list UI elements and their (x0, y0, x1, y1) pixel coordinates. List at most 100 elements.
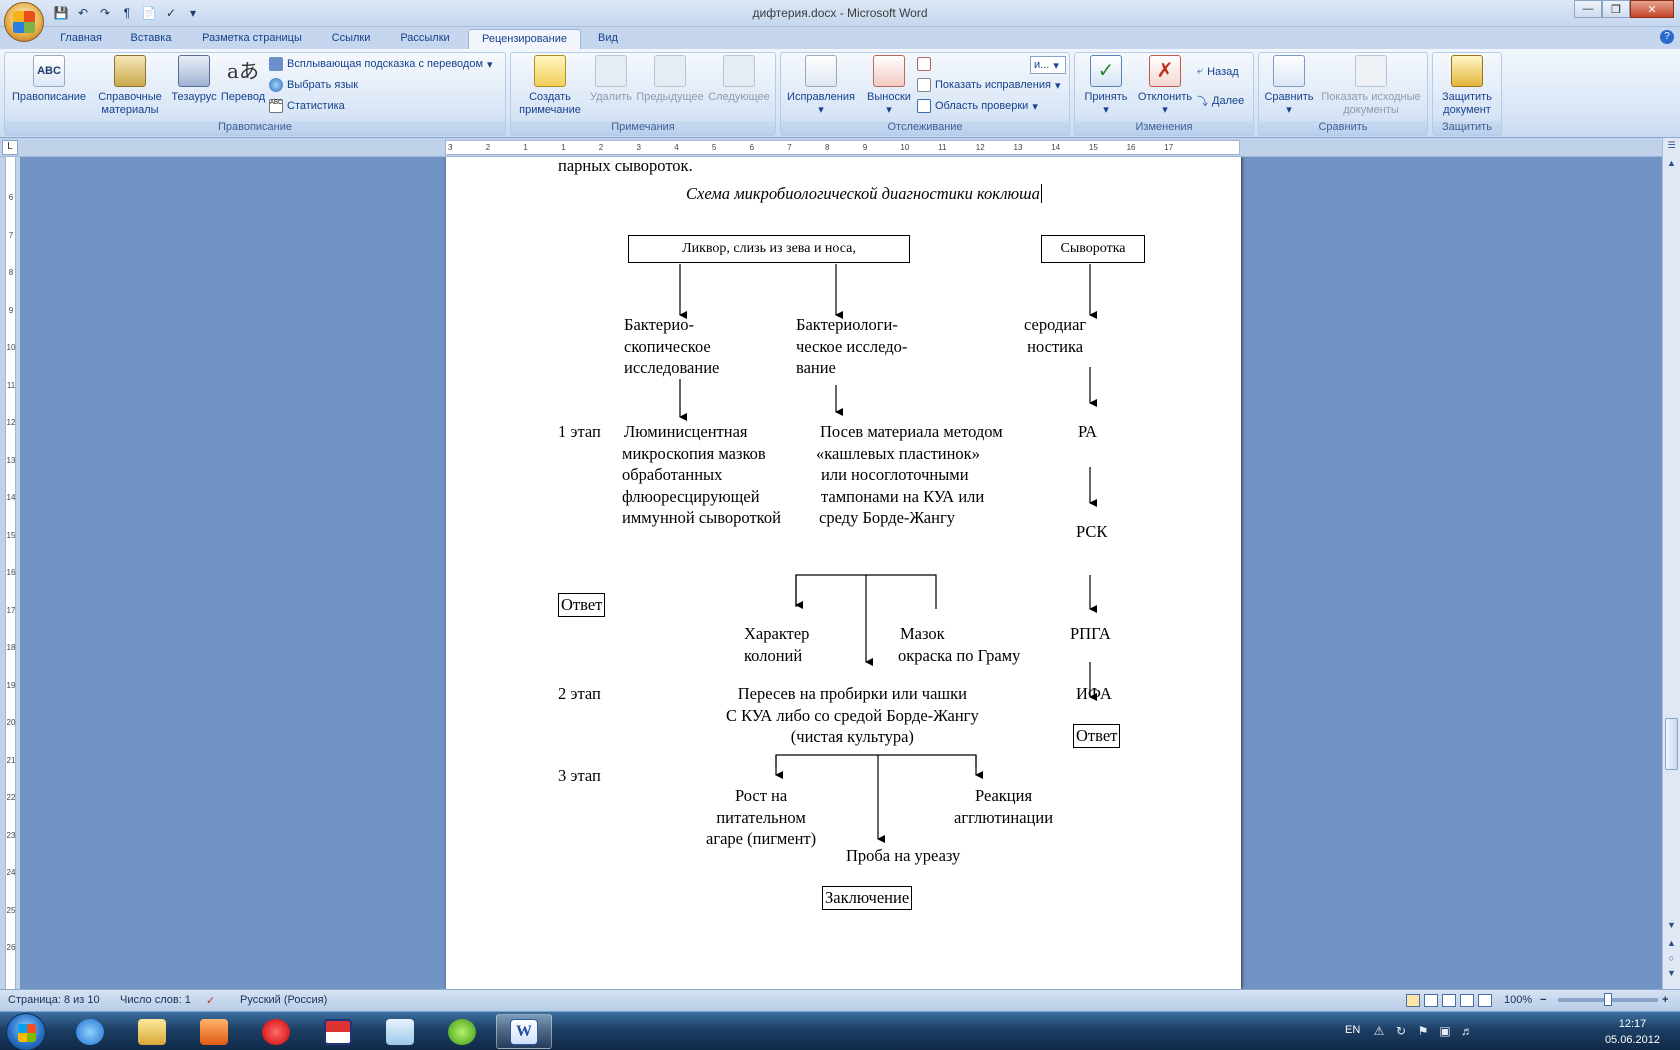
volume-icon[interactable]: ♬ (1460, 1024, 1474, 1038)
zoom-out-icon[interactable]: − (1540, 994, 1546, 1006)
translation-screentip-button[interactable]: Всплывающая подсказка с переводом ▾ (269, 57, 493, 71)
tab-view[interactable]: Вид (590, 29, 626, 49)
ruler-tick-label: 7 (787, 143, 792, 152)
action-center-flag-icon[interactable]: ⚑ (1416, 1024, 1430, 1038)
clock[interactable]: 12:17 05.06.2012 (1605, 1016, 1660, 1048)
display-for-review-select[interactable]: и... ▾ (1030, 56, 1066, 74)
help-icon[interactable]: ? (1660, 30, 1674, 44)
web-layout-view-icon[interactable] (1442, 994, 1456, 1007)
next-comment-button[interactable]: Следующее (705, 55, 773, 104)
previous-comment-button[interactable]: Предыдущее (633, 55, 707, 104)
vertical-ruler[interactable]: 6 7 8 9 10 11 12 13 14 15 16 17 18 19 20 21 22 23 24 25 26 (0, 157, 20, 989)
word-count[interactable]: Число слов: 1 (120, 994, 191, 1006)
ruler-tick-label: 3 (636, 143, 641, 152)
maximize-button[interactable]: ❐ (1602, 0, 1630, 18)
tab-review[interactable]: Рецензирование (468, 29, 581, 49)
start-button[interactable] (6, 1013, 46, 1050)
show-markup-label: Показать исправления (935, 79, 1051, 91)
outline-view-icon[interactable] (1460, 994, 1474, 1007)
reject-button[interactable]: ✗ Отклонить ▾ (1133, 55, 1197, 117)
full-screen-view-icon[interactable] (1424, 994, 1438, 1007)
zoom-slider-thumb[interactable] (1604, 993, 1612, 1006)
proofing-status-icon[interactable]: ✓ (206, 994, 215, 1007)
globe-icon (269, 78, 283, 92)
ruler-tick-label: 3 (448, 143, 453, 152)
ruler-tick-label: 6 (749, 143, 755, 152)
vertical-scrollbar[interactable]: ☰ ▲ ▼ ▲ ○ ▼ (1662, 138, 1680, 989)
taskbar-explorer[interactable] (124, 1014, 180, 1049)
reviewing-pane-button[interactable]: Область проверки ▾ (917, 99, 1038, 113)
bacterioscopic-text: Бактерио-скопическое исследование (624, 315, 720, 377)
minimize-button[interactable]: — (1574, 0, 1602, 18)
track-changes-button[interactable]: Исправления ▾ (783, 55, 859, 117)
set-language-button[interactable]: Выбрать язык (269, 78, 358, 92)
group-comments-label: Примечания (511, 121, 775, 135)
language-status[interactable]: Русский (Россия) (240, 994, 327, 1006)
ruler-toggle-icon[interactable]: ☰ (1665, 140, 1678, 154)
bacteriological-text: Бактериологи-ческое исследо-вание (796, 315, 908, 377)
taskbar-notepad[interactable] (372, 1014, 428, 1049)
previous-comment-label: Предыдущее (636, 91, 704, 103)
network-icon[interactable]: ▣ (1438, 1024, 1452, 1038)
vertical-ruler-tick-label: 13 (6, 455, 16, 465)
compare-button[interactable]: Сравнить ▾ (1261, 55, 1317, 117)
accept-icon: ✓ (1090, 55, 1122, 87)
group-tracking: Исправления ▾ Выноски ▾ и... ▾ Показать и… (780, 52, 1070, 136)
ruler-ticks: 3 2 1 1 2 3 4 5 6 7 8 9 10 11 12 13 14 15 16 17 (446, 141, 1239, 154)
sync-icon[interactable]: ↻ (1394, 1024, 1408, 1038)
office-button[interactable] (4, 2, 44, 42)
draft-view-icon[interactable] (1478, 994, 1492, 1007)
culture-text: Посев материала методом «кашлевых пластин… (816, 422, 1003, 527)
next-page-icon[interactable]: ▼ (1665, 968, 1678, 982)
balloons-button[interactable]: Выноски ▾ (861, 55, 917, 117)
tab-selector-icon[interactable]: L (2, 140, 18, 155)
scrollbar-thumb[interactable] (1665, 718, 1678, 770)
close-button[interactable]: ✕ (1630, 0, 1674, 18)
tab-mailings[interactable]: Рассылки (392, 29, 458, 49)
input-language[interactable]: EN (1345, 1024, 1360, 1036)
word-count-button[interactable]: ABC Статистика (269, 99, 345, 113)
previous-change-button[interactable]: ⤶ Назад (1197, 65, 1239, 78)
taskbar-app-green[interactable] (434, 1014, 490, 1049)
track-changes-icon (805, 55, 837, 87)
chevron-down-icon: ▾ (1286, 104, 1292, 116)
print-layout-view-icon[interactable] (1406, 994, 1420, 1007)
translate-button[interactable]: aあ Перевод (217, 55, 269, 104)
vertical-ruler-tick-label: 16 (6, 568, 16, 577)
vertical-ruler-strip: 6 7 8 9 10 11 12 13 14 15 16 17 18 19 20 21 22 23 24 25 26 (5, 157, 16, 989)
document-area[interactable]: парных сывороток. Схема микробиологическ… (20, 157, 1662, 989)
taskbar-word[interactable]: W (496, 1014, 552, 1049)
protect-document-button[interactable]: Защитить документ (1435, 55, 1499, 117)
delete-comment-button[interactable]: Удалить (583, 55, 639, 104)
taskbar-internet-explorer[interactable] (62, 1014, 118, 1049)
spelling-button[interactable]: ABC Правописание (9, 55, 89, 104)
zoom-in-icon[interactable]: + (1662, 994, 1668, 1006)
document-page[interactable]: парных сывороток. Схема микробиологическ… (446, 157, 1241, 989)
page-count[interactable]: Страница: 8 из 10 (8, 994, 100, 1006)
accept-button[interactable]: ✓ Принять ▾ (1077, 55, 1135, 117)
windows-logo-icon (18, 1024, 36, 1042)
horizontal-ruler[interactable]: 3 2 1 1 2 3 4 5 6 7 8 9 10 11 12 13 14 15 16 17 (445, 140, 1240, 155)
scroll-down-icon[interactable]: ▼ (1665, 920, 1678, 934)
research-button[interactable]: Справочные материалы (93, 55, 167, 117)
ruler-tick-label: 16 (1126, 143, 1136, 152)
show-source-documents-button[interactable]: Показать исходные документы (1317, 55, 1425, 117)
tab-home[interactable]: Главная (52, 29, 110, 49)
show-markup-button[interactable]: Показать исправления ▾ (917, 78, 1061, 92)
taskbar-opera[interactable] (248, 1014, 304, 1049)
tab-page-layout[interactable]: Разметка страницы (192, 29, 312, 49)
previous-page-icon[interactable]: ▲ (1665, 938, 1678, 952)
security-icon[interactable]: ⚠ (1372, 1024, 1386, 1038)
new-comment-label: Создать примечание (519, 91, 581, 116)
thesaurus-button[interactable]: Тезаурус (169, 55, 219, 104)
tab-references[interactable]: Ссылки (322, 29, 380, 49)
tab-insert[interactable]: Вставка (122, 29, 180, 49)
internet-explorer-icon (76, 1018, 104, 1045)
next-change-button[interactable]: ⤵ Далее (1197, 93, 1244, 109)
select-browse-object-icon[interactable]: ○ (1665, 953, 1678, 967)
zoom-level[interactable]: 100% (1504, 994, 1532, 1006)
taskbar-app-flag[interactable] (310, 1014, 366, 1049)
taskbar-media-player[interactable] (186, 1014, 242, 1049)
scroll-up-icon[interactable]: ▲ (1665, 158, 1678, 172)
new-comment-button[interactable]: Создать примечание (515, 55, 585, 117)
